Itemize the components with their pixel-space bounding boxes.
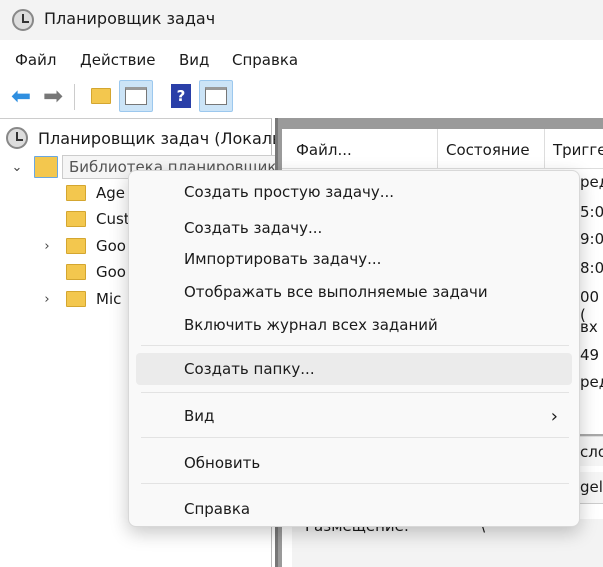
column-header-triggers[interactable]: Тригге bbox=[553, 141, 603, 159]
window-title: Планировщик задач bbox=[44, 9, 216, 28]
table-header: Файл... Состояние Тригге bbox=[282, 129, 603, 169]
details-text: сло bbox=[580, 443, 603, 461]
tree-item[interactable]: Cust bbox=[66, 206, 130, 232]
library-folder-icon bbox=[34, 156, 58, 178]
menu-item-label: Отображать все выполняемые задачи bbox=[184, 283, 488, 301]
back-button[interactable]: ⬅ bbox=[4, 80, 38, 112]
menu-separator bbox=[141, 437, 569, 438]
chevron-right-icon[interactable]: › bbox=[40, 239, 54, 254]
menu-help[interactable]: Справка bbox=[232, 51, 298, 69]
toolbar-divider bbox=[74, 84, 75, 110]
help-button[interactable]: ? bbox=[164, 80, 198, 112]
menu-item-label: Вид bbox=[184, 407, 215, 425]
details-row: сло bbox=[580, 436, 603, 466]
chevron-right-icon[interactable]: › bbox=[40, 292, 54, 307]
folder-up-icon bbox=[91, 88, 111, 104]
tree-item-label: Age bbox=[96, 184, 126, 202]
menu-item-create-task[interactable]: Создать задачу... bbox=[136, 212, 572, 244]
tree-item-label: Cust bbox=[96, 210, 130, 228]
folder-icon bbox=[66, 211, 86, 227]
chevron-down-icon[interactable]: ⌄ bbox=[10, 160, 24, 175]
menu-separator bbox=[141, 345, 569, 346]
column-divider bbox=[437, 129, 438, 169]
menu-item-create-basic-task[interactable]: Создать простую задачу... bbox=[136, 176, 572, 208]
chevron-right-icon: › bbox=[550, 405, 558, 427]
tree-item[interactable]: Age bbox=[66, 180, 125, 206]
show-hide-tree-button[interactable] bbox=[119, 80, 153, 112]
title-bar: Планировщик задач bbox=[0, 0, 603, 40]
arrow-left-icon: ⬅ bbox=[10, 82, 32, 110]
menu-file[interactable]: Файл bbox=[15, 51, 56, 69]
menu-item-refresh[interactable]: Обновить bbox=[136, 447, 572, 479]
menu-item-new-folder[interactable]: Создать папку... bbox=[136, 353, 572, 385]
context-menu: Создать простую задачу... Создать задачу… bbox=[128, 170, 580, 527]
details-text: gel bbox=[580, 478, 603, 496]
tree-item-label: Goo bbox=[96, 237, 126, 255]
folder-icon bbox=[66, 264, 86, 280]
help-icon: ? bbox=[171, 84, 191, 108]
table-cell: 5:00 bbox=[580, 203, 603, 221]
tree-item-label: Mic bbox=[96, 290, 122, 308]
menu-item-label: Создать задачу... bbox=[184, 219, 323, 237]
folder-icon bbox=[66, 238, 86, 254]
menu-item-display-running-tasks[interactable]: Отображать все выполняемые задачи bbox=[136, 276, 572, 308]
table-cell: 8:00 bbox=[580, 259, 603, 277]
menu-bar: Файл Действие Вид Справка bbox=[0, 40, 603, 78]
menu-item-label: Включить журнал всех заданий bbox=[184, 316, 438, 334]
tree-root[interactable]: Планировщик задач (Локаль bbox=[6, 125, 281, 151]
table-cell: 9:04 bbox=[580, 230, 603, 248]
menu-item-label: Создать папку... bbox=[184, 360, 315, 378]
details-row: gel bbox=[580, 472, 603, 504]
menu-action[interactable]: Действие bbox=[80, 51, 156, 69]
table-cell: ред bbox=[580, 173, 603, 191]
forward-button[interactable]: ➡ bbox=[36, 80, 70, 112]
task-scheduler-icon bbox=[12, 9, 34, 31]
arrow-right-icon: ➡ bbox=[42, 82, 64, 110]
tree-root-label: Планировщик задач (Локаль bbox=[38, 128, 282, 148]
up-folder-button[interactable] bbox=[84, 80, 118, 112]
table-cell: ред bbox=[580, 373, 603, 391]
tree-item[interactable]: › Goo bbox=[40, 233, 126, 259]
menu-item-help[interactable]: Справка bbox=[136, 493, 572, 525]
column-divider bbox=[544, 129, 545, 169]
table-cell: 49 bbox=[580, 346, 600, 364]
menu-item-label: Импортировать задачу... bbox=[184, 250, 382, 268]
tree-item-label: Goo bbox=[96, 263, 126, 281]
folder-icon bbox=[66, 291, 86, 307]
table-cell: вх bbox=[580, 318, 598, 336]
console-tree-icon bbox=[125, 87, 147, 105]
tree-item[interactable]: › Mic bbox=[40, 286, 121, 312]
menu-item-enable-history[interactable]: Включить журнал всех заданий bbox=[136, 309, 572, 341]
show-action-pane-button[interactable] bbox=[199, 80, 233, 112]
tree-item[interactable]: Goo bbox=[66, 259, 126, 285]
menu-item-label: Создать простую задачу... bbox=[184, 183, 395, 201]
clock-icon bbox=[6, 127, 28, 149]
menu-item-label: Обновить bbox=[184, 454, 261, 472]
menu-view[interactable]: Вид bbox=[179, 51, 209, 69]
column-header-name[interactable]: Файл... bbox=[296, 141, 352, 159]
menu-separator bbox=[141, 483, 569, 484]
menu-item-import-task[interactable]: Импортировать задачу... bbox=[136, 243, 572, 275]
menu-item-label: Справка bbox=[184, 500, 251, 518]
menu-item-view[interactable]: Вид › bbox=[136, 400, 572, 432]
menu-separator bbox=[141, 392, 569, 393]
folder-icon bbox=[66, 185, 86, 201]
column-header-status[interactable]: Состояние bbox=[446, 141, 530, 159]
action-pane-icon bbox=[205, 87, 227, 105]
